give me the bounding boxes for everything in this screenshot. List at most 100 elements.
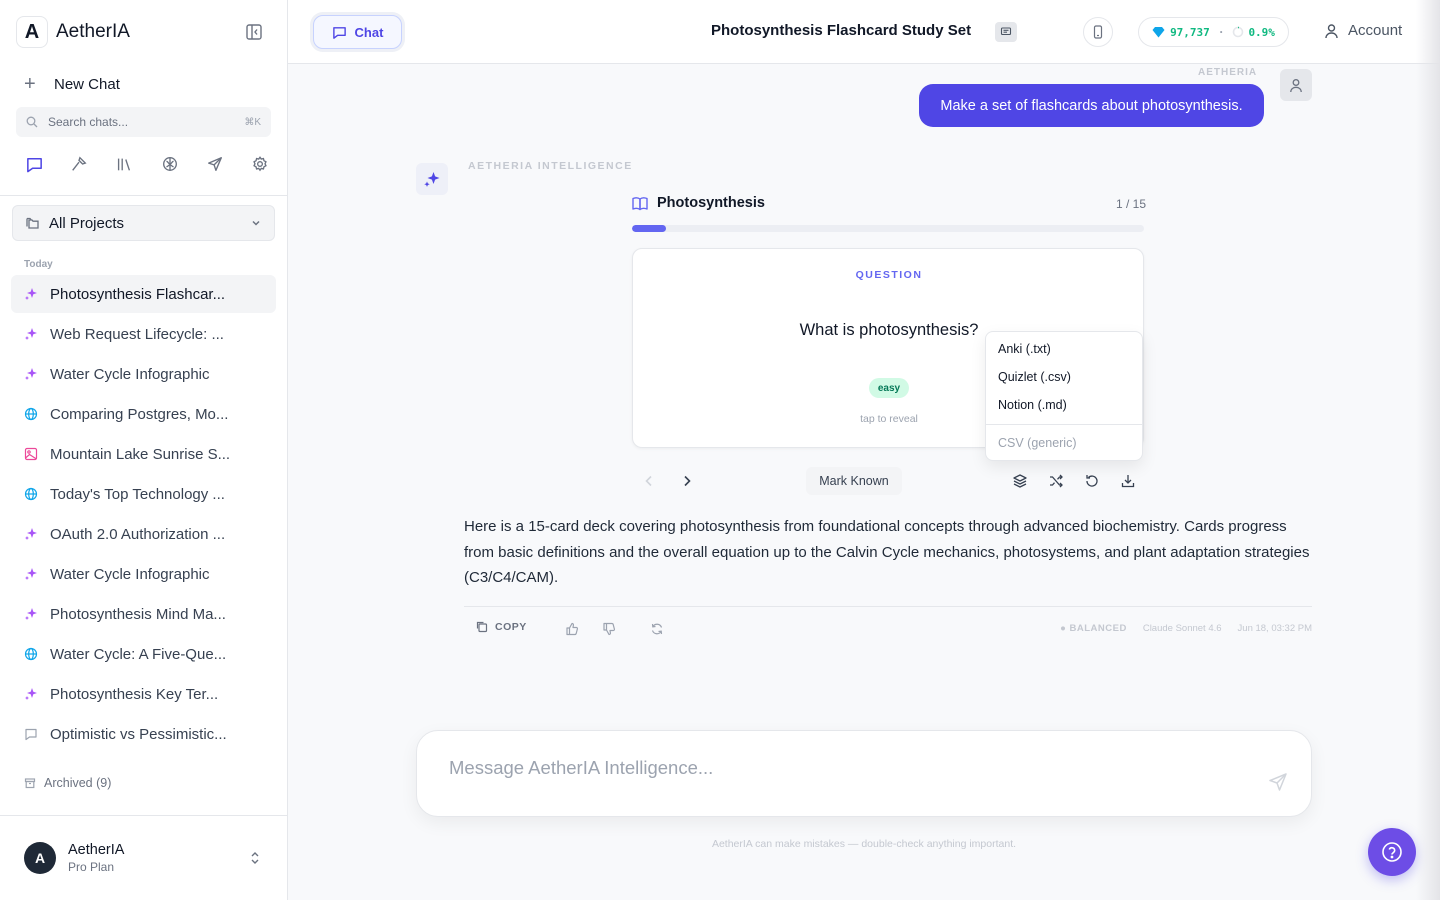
help-button[interactable]	[1368, 828, 1416, 876]
chat-bubble-icon[interactable]	[22, 152, 46, 176]
download-icon[interactable]	[1116, 469, 1140, 493]
archive-icon	[24, 777, 36, 789]
export-option-notion[interactable]: Notion (.md)	[986, 391, 1142, 419]
send-icon[interactable]	[203, 152, 227, 176]
right-edge-shadow	[1416, 0, 1440, 900]
new-chat-label: New Chat	[54, 75, 120, 93]
regenerate-icon[interactable]	[648, 620, 666, 638]
chat-bubble-icon	[332, 25, 347, 40]
sparkle-icon	[23, 286, 39, 302]
chevron-left-icon[interactable]	[637, 469, 661, 493]
user-message: Make a set of flashcards about photosynt…	[919, 84, 1264, 127]
message-meta: ● BALANCED Claude Sonnet 4.6 Jun 18, 03:…	[1060, 623, 1312, 634]
comment-icon[interactable]	[995, 22, 1017, 42]
library-icon[interactable]	[112, 152, 136, 176]
sidebar-divider	[0, 815, 287, 816]
history-item[interactable]: Water Cycle Infographic	[11, 355, 276, 393]
ai-sparkle-icon	[416, 163, 448, 195]
avatar: A	[24, 842, 56, 874]
search-placeholder: Search chats...	[48, 115, 129, 129]
history-item[interactable]: Optimistic vs Pessimistic...	[11, 715, 276, 753]
history-item-label: Photosynthesis Flashcar...	[50, 285, 226, 303]
history-item-label: Mountain Lake Sunrise S...	[50, 445, 231, 463]
thumbs-up-icon[interactable]	[563, 620, 581, 638]
user-plan: Pro Plan	[68, 860, 115, 874]
projects-label: All Projects	[49, 214, 125, 232]
message-input[interactable]	[449, 757, 1229, 779]
sparkle-icon	[23, 606, 39, 622]
sidebar-divider	[0, 195, 287, 196]
credits-badge[interactable]: 97,737 · 0.9%	[1138, 17, 1289, 47]
user-sender-label: AETHERIA	[1198, 67, 1258, 78]
message-actions: COPY ● BALANCED Claude Sonnet 4.6 Jun 18…	[464, 617, 1312, 641]
chevron-updown-icon[interactable]	[248, 850, 262, 866]
export-option-anki[interactable]: Anki (.txt)	[986, 335, 1142, 363]
brand-name: AetherIA	[56, 21, 130, 42]
gem-icon	[1152, 26, 1165, 38]
account-button[interactable]: Account	[1324, 22, 1402, 39]
history-item[interactable]: Water Cycle: A Five-Que...	[11, 635, 276, 673]
deck-title-label: Photosynthesis	[657, 195, 765, 211]
user-avatar-icon	[1280, 69, 1312, 101]
history-item[interactable]: Web Request Lifecycle: ...	[11, 315, 276, 353]
history-item[interactable]: Photosynthesis Mind Ma...	[11, 595, 276, 633]
collapse-sidebar-icon[interactable]	[244, 22, 264, 42]
copy-label: COPY	[495, 620, 527, 633]
history-item[interactable]: Today's Top Technology ...	[11, 475, 276, 513]
message-composer	[416, 730, 1312, 817]
history-item[interactable]: Comparing Postgres, Mo...	[11, 395, 276, 433]
new-chat-button[interactable]: + New Chat	[24, 72, 120, 96]
menu-divider	[986, 424, 1142, 425]
deck-progress-bar	[632, 225, 1144, 232]
archived-link[interactable]: Archived (9)	[24, 776, 111, 790]
history-item-label: Water Cycle: A Five-Que...	[50, 645, 227, 663]
mark-known-button[interactable]: Mark Known	[806, 467, 902, 495]
folders-icon	[25, 215, 41, 231]
projects-dropdown[interactable]: All Projects	[12, 205, 275, 241]
export-option-quizlet[interactable]: Quizlet (.csv)	[986, 363, 1142, 391]
sparkle-icon	[23, 566, 39, 582]
history-item[interactable]: OAuth 2.0 Authorization ...	[11, 515, 276, 553]
search-icon	[26, 116, 38, 128]
history-item[interactable]: Mountain Lake Sunrise S...	[11, 435, 276, 473]
history-item-label: OAuth 2.0 Authorization ...	[50, 525, 226, 543]
gear-icon[interactable]	[248, 152, 272, 176]
history-item-label: Optimistic vs Pessimistic...	[50, 725, 227, 743]
brand[interactable]: A AetherIA	[16, 16, 130, 48]
hammer-icon[interactable]	[67, 152, 91, 176]
export-option-csv[interactable]: CSV (generic)	[986, 429, 1142, 457]
message-timestamp: Jun 18, 03:32 PM	[1237, 623, 1312, 634]
thumbs-down-icon[interactable]	[600, 620, 618, 638]
brain-icon[interactable]	[158, 152, 182, 176]
account-label: Account	[1348, 22, 1403, 39]
help-icon	[1382, 842, 1402, 862]
tab-chat[interactable]: Chat	[313, 15, 402, 49]
search-chats[interactable]: Search chats... ⌘K	[16, 107, 271, 137]
send-icon[interactable]	[1267, 771, 1289, 793]
mobile-icon[interactable]	[1083, 17, 1113, 47]
reset-icon[interactable]	[1080, 469, 1104, 493]
credits-value: 97,737	[1170, 25, 1210, 39]
layers-icon[interactable]	[1008, 469, 1032, 493]
history-item-label: Water Cycle Infographic	[50, 365, 210, 383]
response-divider	[464, 606, 1312, 607]
shuffle-icon[interactable]	[1044, 469, 1068, 493]
search-shortcut: ⌘K	[244, 116, 261, 128]
history-item[interactable]: Photosynthesis Flashcar...	[11, 275, 276, 313]
difficulty-badge: easy	[869, 378, 909, 398]
sparkle-icon	[23, 326, 39, 342]
history-item-label: Web Request Lifecycle: ...	[50, 325, 224, 343]
copy-button[interactable]: COPY	[475, 620, 527, 633]
history-item-label: Photosynthesis Key Ter...	[50, 685, 219, 703]
usage-value: 0.9%	[1248, 25, 1275, 39]
section-today: Today	[24, 259, 53, 270]
user-profile[interactable]: A AetherIA Pro Plan	[24, 842, 124, 874]
user-text: AetherIA Pro Plan	[68, 842, 124, 874]
history-item-label: Water Cycle Infographic	[50, 565, 210, 583]
chevron-right-icon[interactable]	[675, 469, 699, 493]
history-item[interactable]: Photosynthesis Key Ter...	[11, 675, 276, 713]
card-side-label: QUESTION	[855, 269, 923, 281]
page-title: Photosynthesis Flashcard Study Set	[711, 22, 972, 39]
brand-logo: A	[16, 16, 48, 48]
history-item[interactable]: Water Cycle Infographic	[11, 555, 276, 593]
